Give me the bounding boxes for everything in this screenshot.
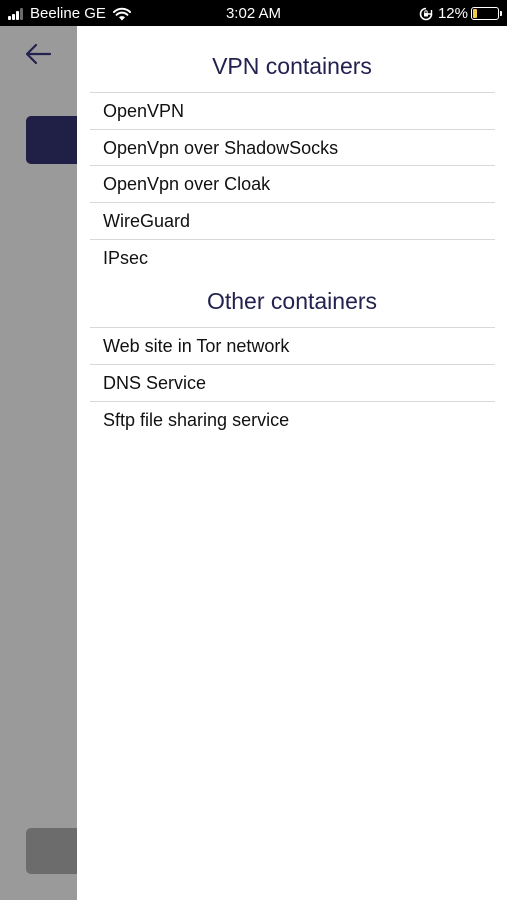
- list-item-wireguard[interactable]: WireGuard: [90, 202, 495, 239]
- list-item-dns-service[interactable]: DNS Service: [90, 364, 495, 401]
- list-item-ipsec[interactable]: IPsec: [90, 238, 495, 276]
- rotation-lock-icon: [419, 7, 433, 20]
- containers-drawer: VPN containers OpenVPN OpenVpn over Shad…: [77, 26, 507, 900]
- list-item-sftp-service[interactable]: Sftp file sharing service: [90, 400, 495, 438]
- battery-percent: 12%: [437, 5, 468, 22]
- battery-icon: [471, 7, 502, 20]
- list-item-openvpn[interactable]: OpenVPN: [90, 92, 495, 129]
- list-item-tor-website[interactable]: Web site in Tor network: [90, 327, 495, 364]
- arrow-left-icon[interactable]: [22, 40, 54, 68]
- status-right: 12%: [419, 5, 502, 22]
- other-section-title: Other containers: [206, 288, 378, 315]
- status-bar: Beeline GE 3:02 AM 12%: [0, 0, 507, 26]
- vpn-section-title: VPN containers: [212, 53, 372, 79]
- wifi-icon: [112, 7, 131, 20]
- other-list: Web site in Tor network DNS Service Sftp…: [90, 327, 495, 437]
- vpn-list: OpenVPN OpenVpn over ShadowSocks OpenVpn…: [90, 92, 495, 275]
- list-item-openvpn-shadowsocks[interactable]: OpenVpn over ShadowSocks: [90, 128, 495, 166]
- list-item-openvpn-cloak[interactable]: OpenVpn over Cloak: [90, 165, 495, 202]
- carrier-label: Beeline GE: [30, 5, 106, 22]
- signal-icon: [8, 7, 24, 20]
- status-left: Beeline GE: [8, 5, 132, 22]
